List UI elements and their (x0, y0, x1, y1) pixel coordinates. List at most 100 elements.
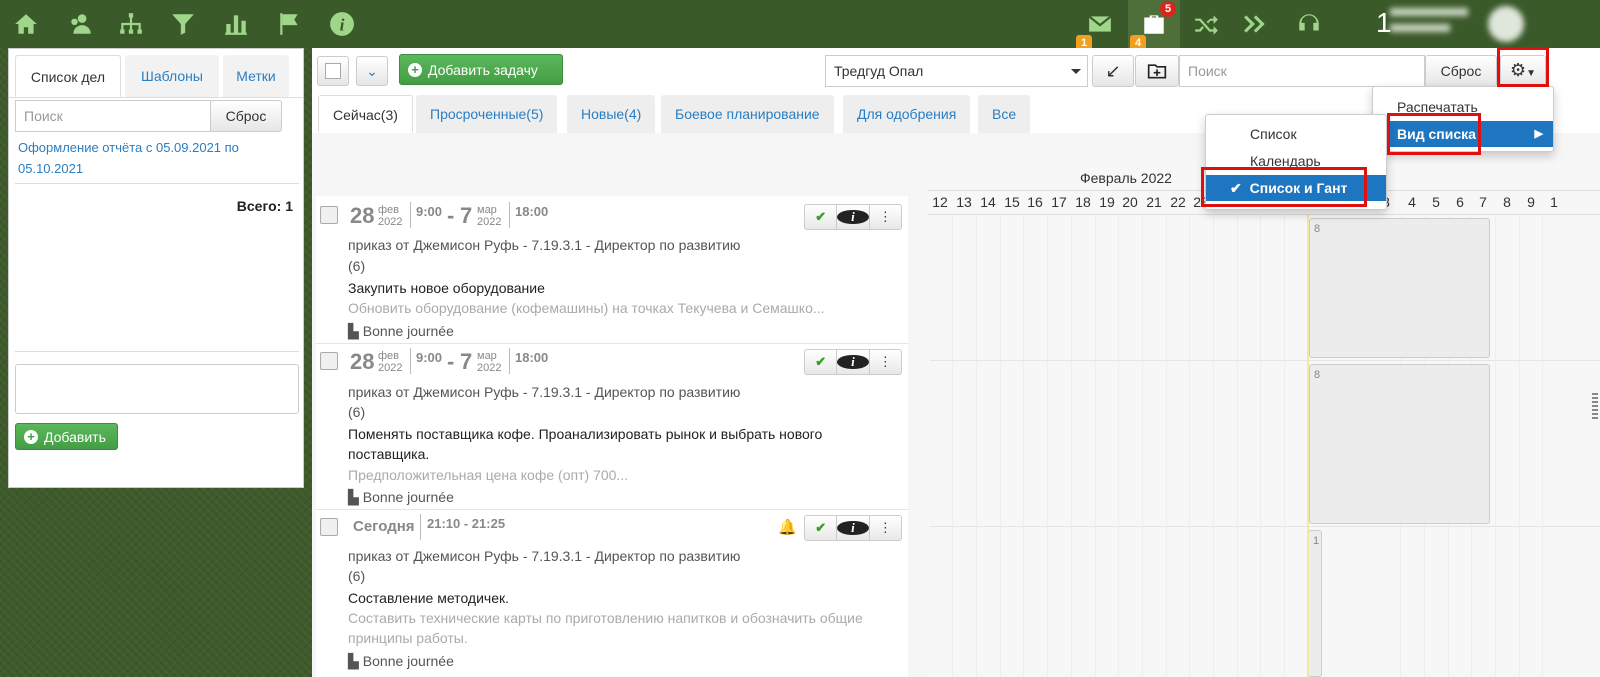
task-day-label: Сегодня (353, 518, 415, 535)
main-reset-button[interactable]: Сброс (1425, 55, 1497, 87)
end-year: 2022 (477, 362, 502, 374)
scrollbar-handle[interactable] (1592, 393, 1598, 419)
start-month: фев (378, 204, 400, 216)
folder-add-icon[interactable] (1135, 55, 1179, 87)
gantt-day: 8 (1503, 194, 1511, 210)
gantt-gridline (1023, 214, 1024, 677)
shuffle-icon[interactable] (1190, 8, 1222, 40)
complete-check-icon[interactable]: ✔ (805, 516, 838, 540)
end-day: 7 (460, 203, 473, 228)
double-chevron-icon[interactable] (1240, 8, 1272, 40)
info-icon: i (837, 355, 869, 369)
task-item[interactable]: 28 фев 2022 9:00 - 7 мар 2022 18:00 ✔ i … (316, 196, 908, 344)
task-description: Составить технические карты по приготовл… (348, 610, 863, 646)
svg-text:i: i (340, 16, 345, 35)
task-org: ▙ Bonne journée (348, 487, 454, 507)
user-role-blurred (1390, 24, 1450, 32)
separator (410, 202, 411, 228)
gantt-day: 12 (932, 194, 948, 210)
gantt-bar[interactable]: 8 (1309, 364, 1490, 524)
users-icon[interactable] (65, 8, 97, 40)
task-checkbox[interactable] (320, 206, 338, 224)
gantt-bar[interactable]: 8 (1309, 218, 1490, 358)
task-title[interactable]: Поменять поставщика кофе. Проанализирова… (348, 424, 893, 464)
complete-check-icon[interactable]: ✔ (805, 350, 838, 374)
double-chevron-down-icon[interactable]: ⌄ (356, 56, 388, 86)
task-checkbox[interactable] (320, 518, 338, 536)
task-org-label: Bonne journée (362, 489, 454, 505)
task-title[interactable]: Закупить новое оборудование (348, 278, 545, 298)
task-item[interactable]: Сегодня 21:10 - 21:25 🔔 ✔ i ⋮ приказ от … (316, 510, 908, 677)
home-icon[interactable] (10, 8, 42, 40)
tab-battle-planning[interactable]: Боевое планирование (661, 95, 834, 133)
complete-check-icon[interactable]: ✔ (805, 205, 838, 229)
left-search-input[interactable] (15, 100, 211, 132)
plus-circle-icon: + (24, 429, 38, 444)
gantt-day: 16 (1027, 194, 1043, 210)
main-search-input[interactable] (1179, 55, 1425, 87)
briefcase-badge-red: 5 (1160, 1, 1176, 17)
end-year: 2022 (477, 216, 502, 228)
gantt-gridline (1118, 214, 1119, 677)
note-textarea[interactable] (15, 364, 299, 414)
task-info-button[interactable]: i (837, 205, 870, 229)
gantt-gridline (952, 214, 953, 677)
user-name-blurred (1390, 8, 1468, 16)
more-vertical-icon[interactable]: ⋮ (870, 516, 901, 540)
submenu-item-list[interactable]: Список (1206, 121, 1386, 147)
info-icon: i (837, 521, 869, 535)
tab-all[interactable]: Все (978, 95, 1031, 133)
end-time: 18:00 (515, 204, 549, 219)
tab-overdue[interactable]: Просроченные(5) (416, 95, 558, 133)
task-checkbox[interactable] (320, 352, 338, 370)
task-info-button[interactable]: i (837, 350, 870, 374)
plus-circle-icon: + (408, 62, 422, 77)
factory-icon: ▙ (348, 653, 359, 669)
hierarchy-icon[interactable] (115, 8, 147, 40)
gantt-bar[interactable]: 1 (1308, 530, 1322, 677)
gantt-day: 19 (1099, 194, 1115, 210)
gantt-day: 9 (1527, 194, 1535, 210)
gantt-gridline (1189, 214, 1190, 677)
tab-now[interactable]: Сейчас(3) (318, 95, 413, 133)
filter-icon[interactable] (167, 8, 199, 40)
task-description: Обновить оборудование (кофемашины) на то… (348, 300, 825, 316)
gantt-gridline (1213, 214, 1214, 677)
task-info-button[interactable]: i (837, 516, 870, 540)
tab-todo-list[interactable]: Список дел (15, 55, 121, 97)
add-note-button[interactable]: + Добавить (15, 423, 118, 450)
gantt-day: 1 (1550, 194, 1558, 210)
divider (9, 97, 303, 98)
tab-new[interactable]: Новые(4) (567, 95, 656, 133)
avatar[interactable] (1488, 6, 1524, 42)
gantt-gridline (976, 214, 977, 677)
flag-icon[interactable] (274, 8, 306, 40)
gantt-gridline (1095, 214, 1096, 677)
divider (928, 214, 1600, 215)
left-reset-button[interactable]: Сброс (210, 100, 282, 132)
info-icon[interactable]: i (326, 8, 358, 40)
separator (420, 514, 421, 540)
add-note-label: Добавить (44, 428, 106, 445)
more-vertical-icon[interactable]: ⋮ (870, 205, 901, 229)
gantt-gridline (1166, 214, 1167, 677)
separator (509, 202, 510, 228)
tab-templates[interactable]: Шаблоны (125, 55, 219, 97)
task-item[interactable]: 28 фев 2022 9:00 - 7 мар 2022 18:00 ✔ i … (316, 344, 908, 510)
gantt-gridline (1142, 214, 1143, 677)
gantt-gridline (1047, 214, 1048, 677)
select-all-checkbox[interactable] (317, 56, 349, 86)
headset-icon[interactable] (1293, 8, 1325, 40)
total-count: Всего: 1 (236, 198, 293, 214)
arrow-down-left-icon[interactable]: ↙ (1092, 55, 1134, 87)
filter-link[interactable]: Оформление отчёта с 05.09.2021 по 05.10.… (18, 137, 288, 179)
user-select[interactable]: Тредгуд Опал (825, 55, 1088, 87)
bar-chart-icon[interactable] (220, 8, 252, 40)
add-task-button[interactable]: + Добавить задачу (399, 54, 563, 85)
more-vertical-icon[interactable]: ⋮ (870, 350, 901, 374)
task-title[interactable]: Составление методичек. (348, 588, 509, 608)
tab-tags[interactable]: Метки (223, 55, 289, 97)
gantt-gridline (1071, 214, 1072, 677)
checkbox-box (325, 63, 341, 79)
tab-for-approval[interactable]: Для одобрения (843, 95, 971, 133)
